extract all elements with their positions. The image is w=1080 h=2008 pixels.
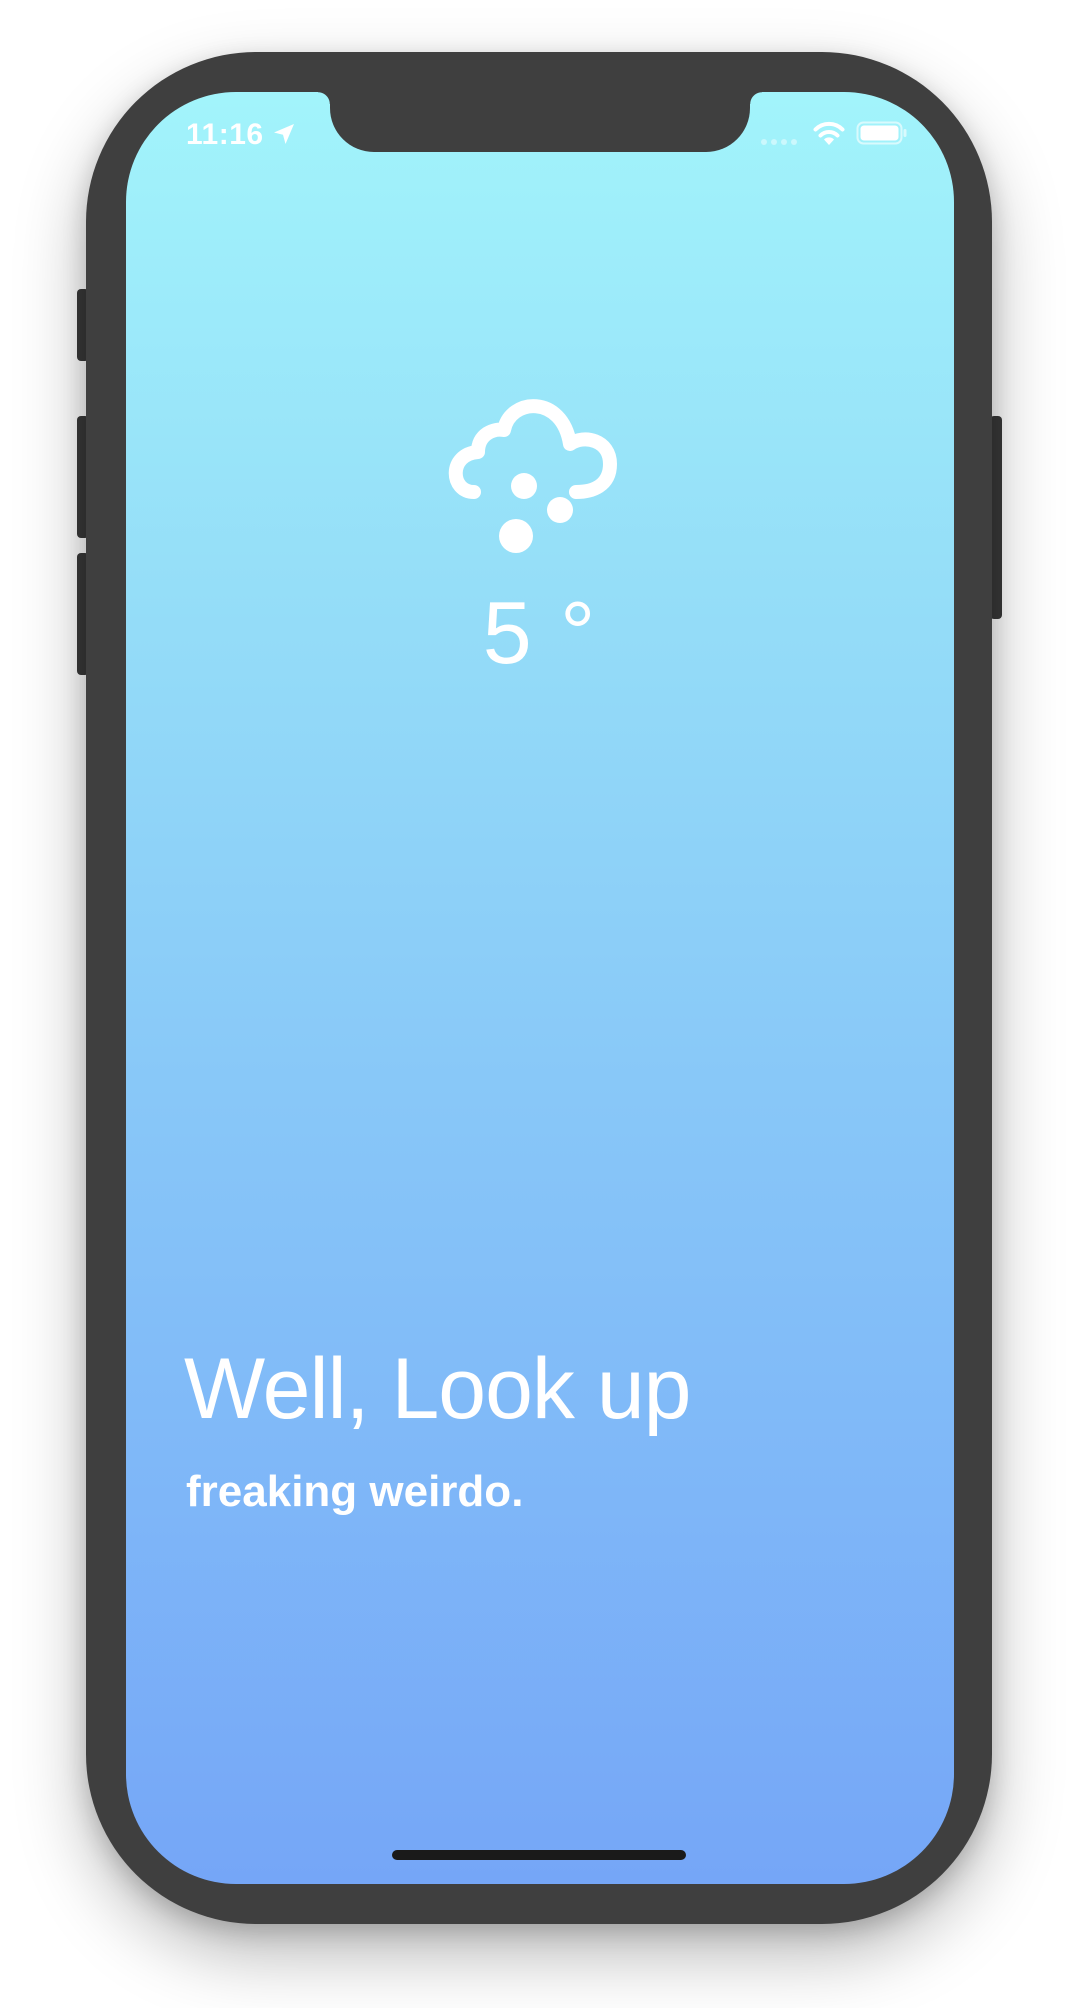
notch [318,92,762,152]
app-screen: 11:16 5 ° Well, Look up freaking weirdo. [126,92,954,1884]
cellular-signal-icon [761,139,797,145]
subline-text: freaking weirdo. [186,1467,524,1516]
headline-text: Well, Look up [184,1341,691,1437]
battery-icon [856,121,907,145]
wifi-icon [813,121,845,145]
page: 11:16 5 ° Well, Look up freaking weirdo. [0,0,1080,2008]
cloud-hail-icon [448,399,617,553]
temperature-label: 5 ° [482,583,598,682]
location-arrow-icon [274,124,294,144]
home-indicator[interactable] [392,1850,686,1860]
status-time: 11:16 [186,118,264,151]
